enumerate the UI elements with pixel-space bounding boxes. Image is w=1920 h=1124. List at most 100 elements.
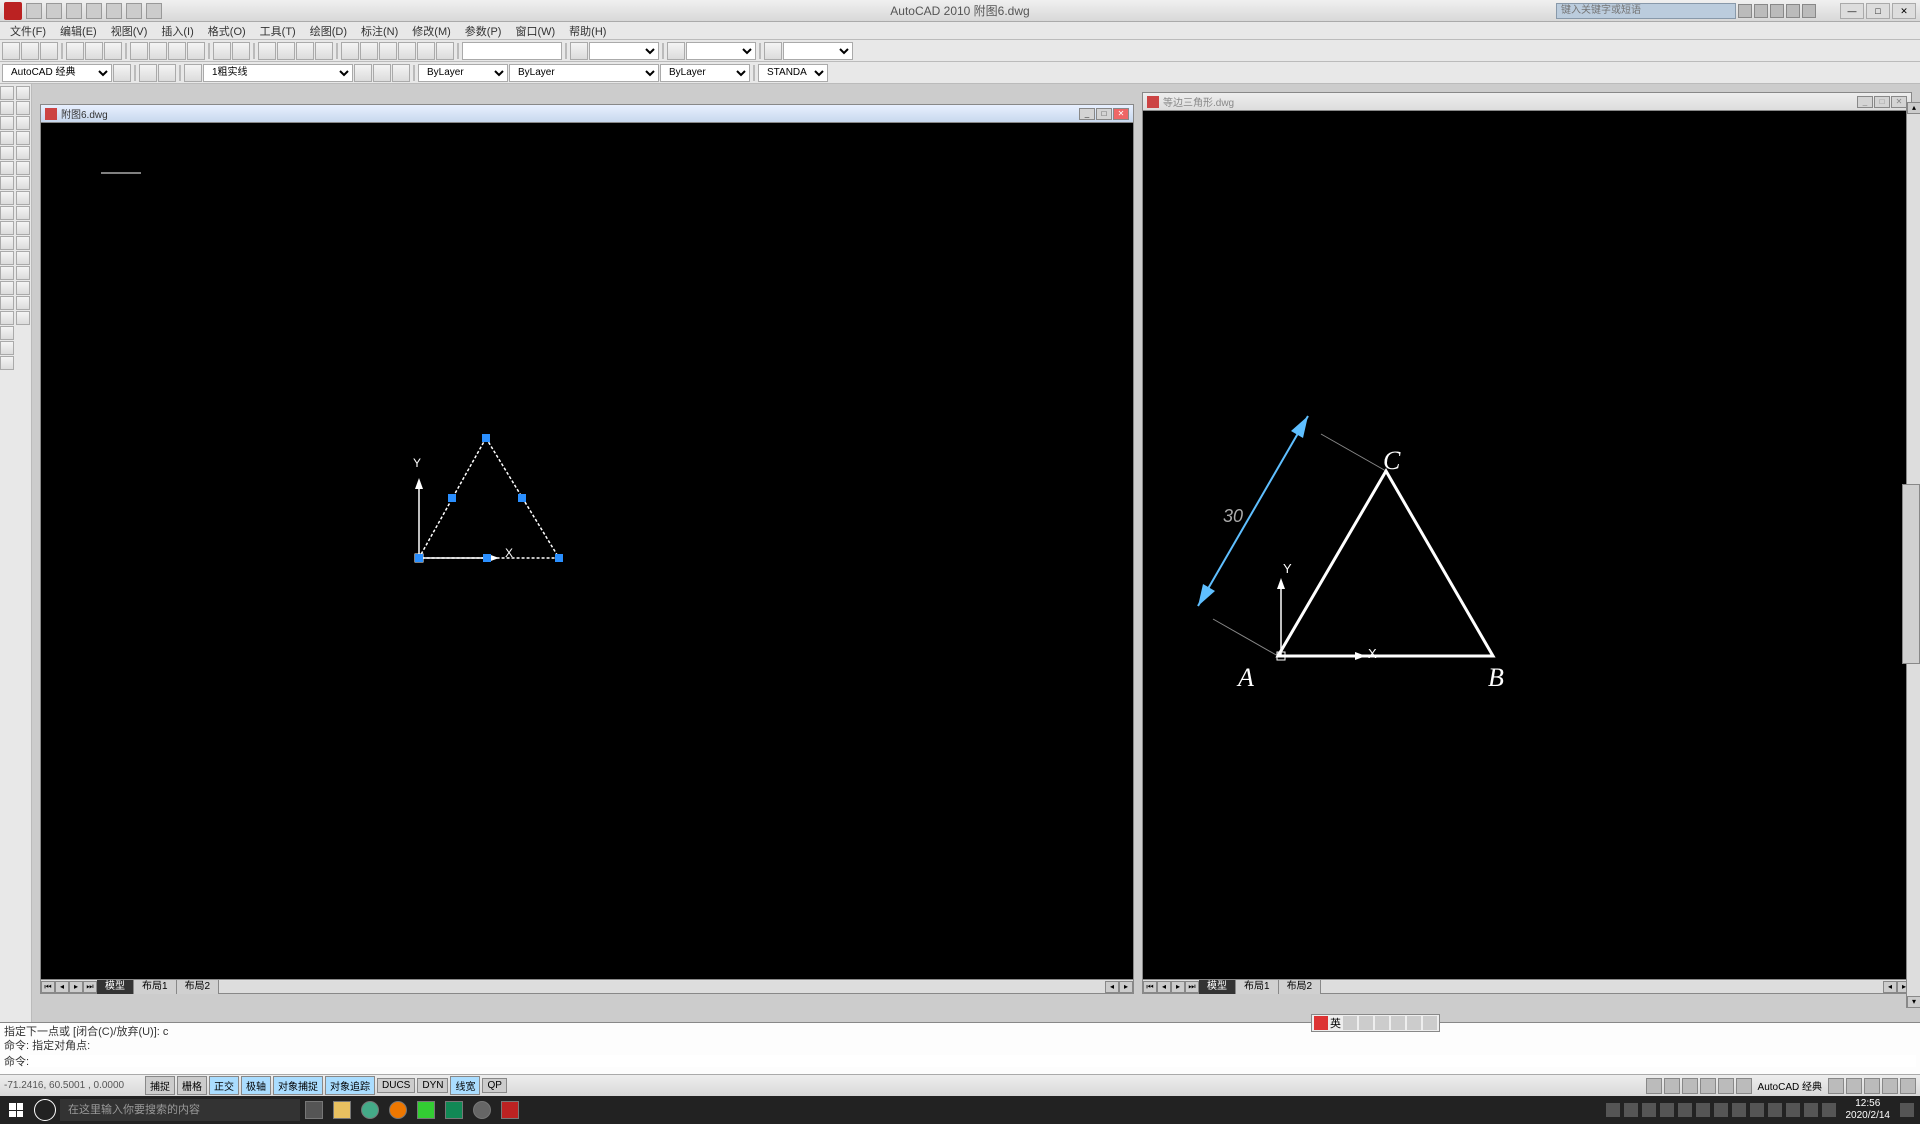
doc-titlebar-right[interactable]: 等边三角形.dwg _ □ ✕	[1143, 93, 1911, 111]
gradient-icon[interactable]	[0, 311, 14, 325]
open-icon[interactable]	[21, 42, 39, 60]
dyn-toggle[interactable]: DYN	[417, 1078, 448, 1093]
sheetset-icon[interactable]	[398, 42, 416, 60]
doc-min-button[interactable]: _	[1857, 96, 1873, 108]
insert-icon[interactable]	[0, 251, 14, 265]
revcloud-icon[interactable]	[0, 191, 14, 205]
menu-window[interactable]: 窗口(W)	[509, 22, 561, 40]
tab-prev-icon[interactable]: ◂	[55, 981, 69, 993]
canvas-left[interactable]: Y X	[41, 123, 1133, 979]
mleader-icon[interactable]	[764, 42, 782, 60]
ime-btn6-icon[interactable]	[1423, 1016, 1437, 1030]
snap-toggle[interactable]: 捕捉	[145, 1076, 175, 1095]
maximize-button[interactable]: □	[1866, 3, 1890, 19]
menu-modify[interactable]: 修改(M)	[406, 22, 457, 40]
tray-app7-icon[interactable]	[1750, 1103, 1764, 1117]
qat-open-icon[interactable]	[46, 3, 62, 19]
workspace-select[interactable]: AutoCAD 经典	[2, 64, 112, 82]
taskbar-clock[interactable]: 12:56 2020/2/14	[1840, 1098, 1897, 1122]
trim-icon[interactable]	[16, 221, 30, 235]
tab-next-icon[interactable]: ▸	[69, 981, 83, 993]
fav-icon[interactable]	[1786, 4, 1800, 18]
paste-icon[interactable]	[168, 42, 186, 60]
qat-undo-icon[interactable]	[86, 3, 102, 19]
menu-help[interactable]: 帮助(H)	[563, 22, 612, 40]
ime-btn2-icon[interactable]	[1359, 1016, 1373, 1030]
polygon-icon[interactable]	[0, 131, 14, 145]
tray-app3-icon[interactable]	[1660, 1103, 1674, 1117]
notifications-icon[interactable]	[1900, 1103, 1914, 1117]
lwt-toggle[interactable]: 线宽	[450, 1076, 480, 1095]
menu-dimension[interactable]: 标注(N)	[355, 22, 404, 40]
pline-icon[interactable]	[0, 116, 14, 130]
tray-app8-icon[interactable]	[1768, 1103, 1782, 1117]
tab-layout2[interactable]: 布局2	[177, 980, 220, 994]
cortana-icon[interactable]	[34, 1099, 56, 1121]
zoom-window-icon[interactable]	[296, 42, 314, 60]
tray-app6-icon[interactable]	[1732, 1103, 1746, 1117]
preview-icon[interactable]	[85, 42, 103, 60]
ellipsearc-icon[interactable]	[0, 236, 14, 250]
polar-toggle[interactable]: 极轴	[241, 1076, 271, 1095]
grid-toggle[interactable]: 栅格	[177, 1076, 207, 1095]
block-icon[interactable]	[0, 266, 14, 280]
coordinates[interactable]: -71.2416, 60.5001 , 0.0000	[4, 1080, 144, 1091]
matchprop-icon[interactable]	[187, 42, 205, 60]
markup-icon[interactable]	[417, 42, 435, 60]
start-button[interactable]	[2, 1096, 30, 1124]
qat-print-icon[interactable]	[126, 3, 142, 19]
tab-model[interactable]: 模型	[97, 980, 134, 994]
ime-logo-icon[interactable]	[1314, 1016, 1328, 1030]
ime-toolbar[interactable]: 英	[1311, 1014, 1440, 1032]
minimize-button[interactable]: —	[1840, 3, 1864, 19]
linetype-select[interactable]: ByLayer	[509, 64, 659, 82]
tray-app4-icon[interactable]	[1678, 1103, 1692, 1117]
menu-insert[interactable]: 插入(I)	[155, 22, 199, 40]
mtext-icon[interactable]	[0, 356, 14, 370]
ime-lang-label[interactable]: 英	[1330, 1015, 1341, 1031]
close-button[interactable]: ✕	[1892, 3, 1916, 19]
doc-close-button[interactable]: ✕	[1891, 96, 1907, 108]
zoom-realtime-icon[interactable]	[277, 42, 295, 60]
point-icon[interactable]	[0, 281, 14, 295]
tab-next-icon[interactable]: ▸	[1171, 981, 1185, 993]
help-icon[interactable]	[1802, 4, 1816, 18]
table-draw-icon[interactable]	[0, 341, 14, 355]
dimstyle-select[interactable]: STANDA	[758, 64, 828, 82]
help-search-input[interactable]	[1556, 3, 1736, 19]
command-input-line[interactable]	[29, 1055, 1916, 1067]
doc-titlebar-left[interactable]: 附图6.dwg _ □ ✕	[41, 105, 1133, 123]
ime-btn5-icon[interactable]	[1407, 1016, 1421, 1030]
tool-palette-tab[interactable]	[1902, 484, 1920, 664]
menu-tools[interactable]: 工具(T)	[254, 22, 302, 40]
qp-toggle[interactable]: QP	[482, 1078, 506, 1093]
cut-icon[interactable]	[130, 42, 148, 60]
osnap-toggle[interactable]: 对象捕捉	[273, 1076, 323, 1095]
taskbar-search[interactable]: 在这里输入你要搜索的内容	[60, 1099, 300, 1121]
designcenter-icon[interactable]	[360, 42, 378, 60]
workspace-status-label[interactable]: AutoCAD 经典	[1754, 1078, 1826, 1093]
mirror-icon[interactable]	[16, 116, 30, 130]
tray-ime-icon[interactable]	[1822, 1103, 1836, 1117]
spline-icon[interactable]	[0, 206, 14, 220]
autocad-task-icon[interactable]	[496, 1098, 524, 1122]
ducs-toggle[interactable]: DUCS	[377, 1078, 415, 1093]
toolpalette-icon[interactable]	[379, 42, 397, 60]
command-input[interactable]	[462, 42, 562, 60]
line-icon[interactable]	[0, 86, 14, 100]
ime-btn3-icon[interactable]	[1375, 1016, 1389, 1030]
hscroll-track[interactable]	[219, 981, 1105, 993]
menu-format[interactable]: 格式(O)	[202, 22, 252, 40]
scale-icon[interactable]	[16, 191, 30, 205]
publish-icon[interactable]	[104, 42, 122, 60]
annotation-scale-select[interactable]	[589, 42, 659, 60]
redo-icon[interactable]	[232, 42, 250, 60]
doc-max-button[interactable]: □	[1874, 96, 1890, 108]
tab-last-icon[interactable]: ⏭	[1185, 981, 1199, 993]
erase-icon[interactable]	[16, 86, 30, 100]
doc-close-button[interactable]: ✕	[1113, 108, 1129, 120]
explorer-icon[interactable]	[328, 1098, 356, 1122]
calc-icon[interactable]	[436, 42, 454, 60]
lineweight-select[interactable]: ByLayer	[660, 64, 750, 82]
layer-manager-icon[interactable]	[139, 64, 157, 82]
